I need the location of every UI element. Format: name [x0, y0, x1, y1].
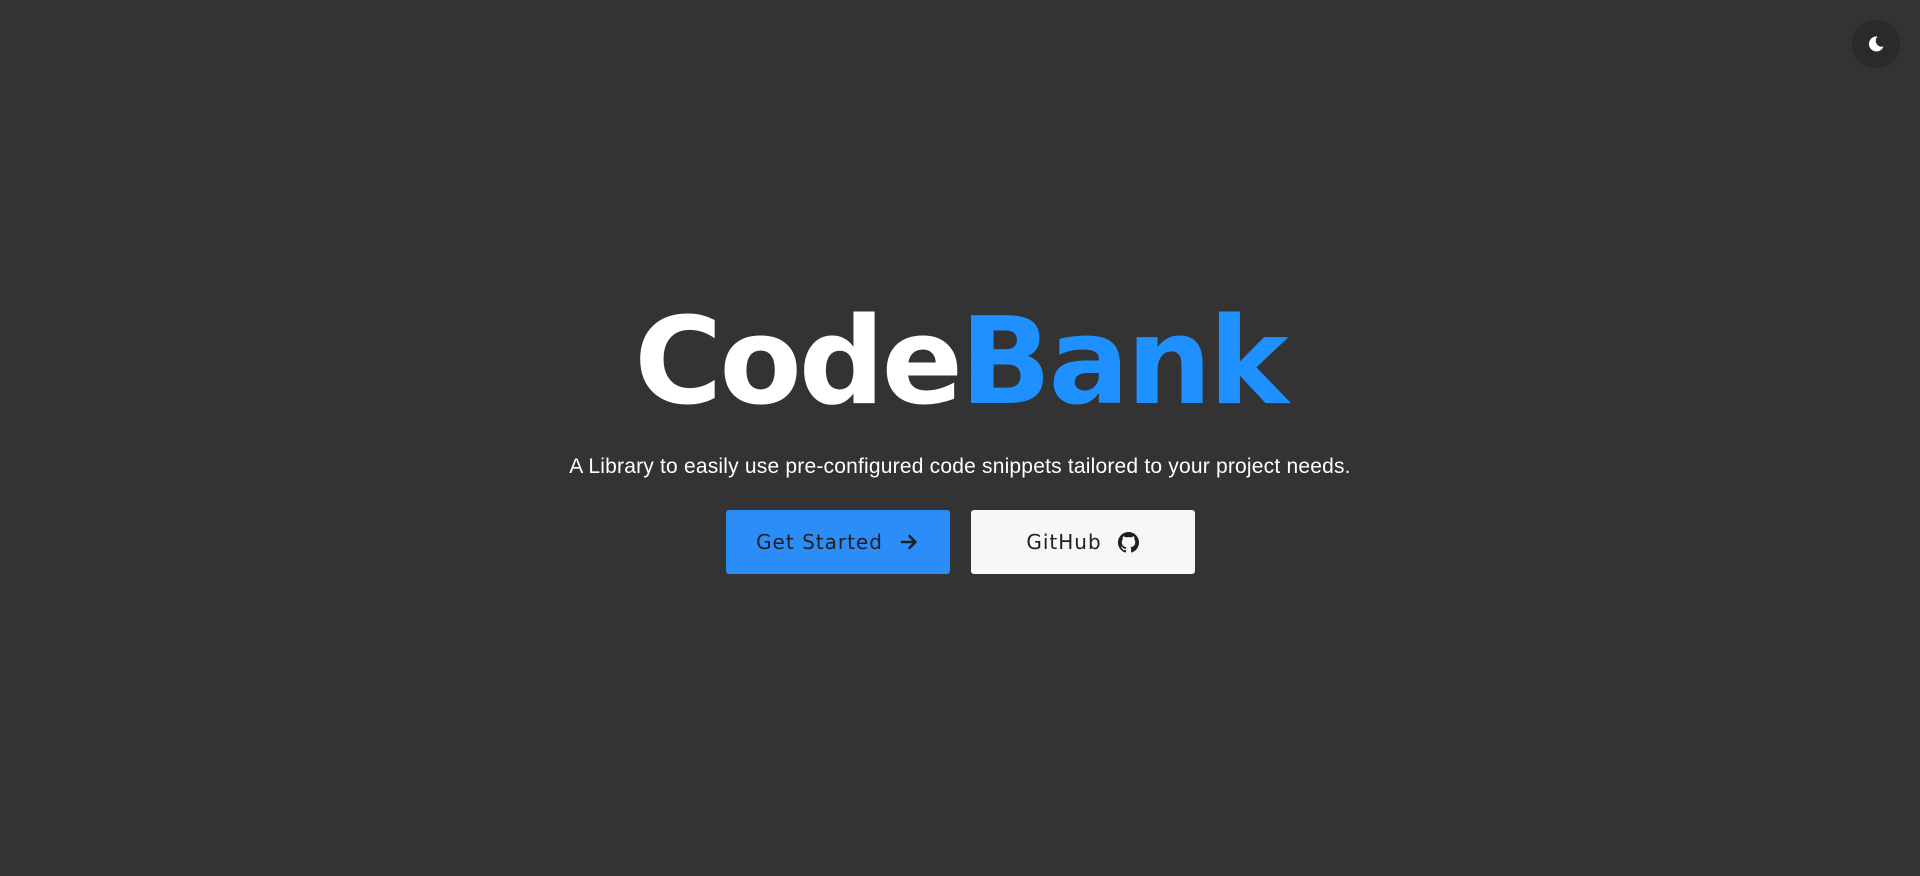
brand-title-bank: Bank — [960, 293, 1289, 432]
moon-icon — [1866, 34, 1886, 54]
brand-title: CodeBank — [634, 298, 1288, 428]
theme-toggle-button[interactable] — [1852, 20, 1900, 68]
action-buttons: Get Started GitHub — [725, 510, 1195, 574]
brand-title-code: Code — [634, 293, 963, 432]
hero-section: CodeBank A Library to easily use pre-con… — [0, 298, 1920, 574]
get-started-label: Get Started — [756, 530, 883, 554]
tagline: A Library to easily use pre-configured c… — [569, 455, 1351, 478]
github-icon — [1117, 531, 1139, 553]
github-label: GitHub — [1026, 530, 1102, 554]
github-button[interactable]: GitHub — [970, 510, 1195, 574]
arrow-right-icon — [899, 532, 919, 552]
get-started-button[interactable]: Get Started — [725, 510, 950, 574]
